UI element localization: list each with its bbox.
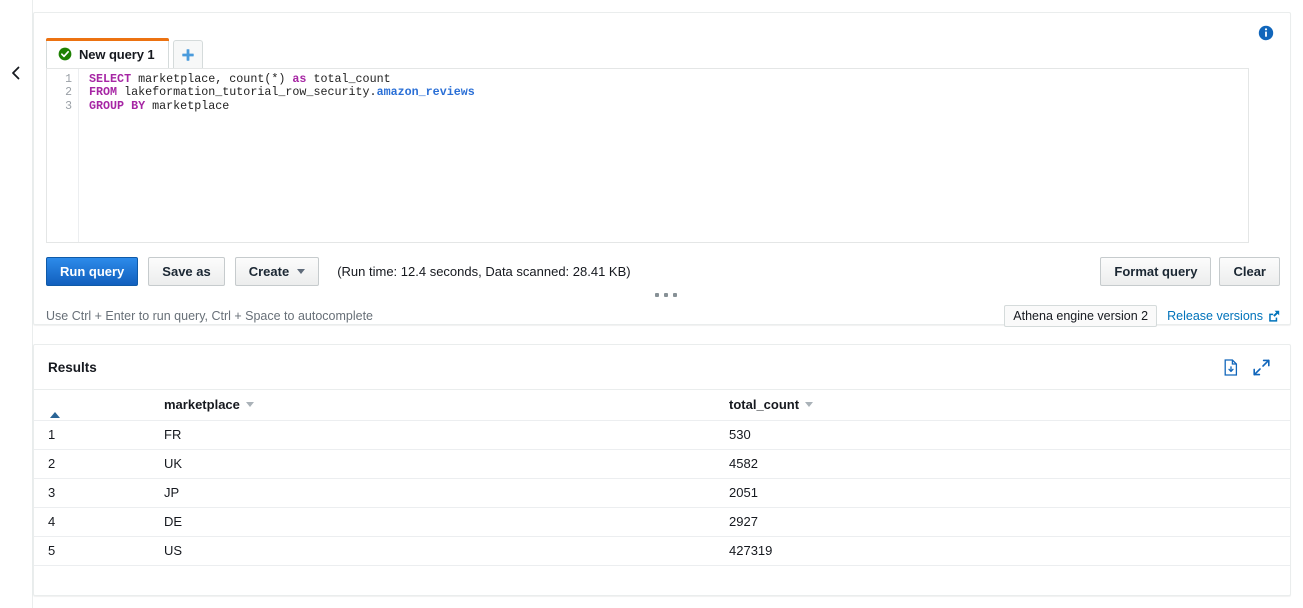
expand-diagonal-icon <box>1253 359 1270 376</box>
sql-token: amazon_reviews <box>377 85 475 99</box>
download-results-button[interactable] <box>1223 359 1239 376</box>
sql-token: SELECT <box>89 72 131 86</box>
results-header: Results <box>34 345 1290 390</box>
grip-dot <box>655 293 659 297</box>
table-cell-index: 1 <box>34 420 164 449</box>
table-header-row: marketplace total_count <box>34 390 1290 420</box>
results-table-body: 1FR5302UK45823JP20514DE29275US427319 <box>34 420 1290 565</box>
table-cell-marketplace: UK <box>164 449 729 478</box>
chevron-down-icon <box>246 402 254 407</box>
table-row[interactable]: 4DE2927 <box>34 507 1290 536</box>
table-cell-total_count: 530 <box>729 420 1290 449</box>
info-circle-icon <box>1258 25 1274 41</box>
sql-token: FROM <box>89 85 117 99</box>
sql-code-content[interactable]: SELECT marketplace, count(*) as total_co… <box>79 69 1248 242</box>
sql-line: SELECT marketplace, count(*) as total_co… <box>89 73 1248 86</box>
sql-token: marketplace, count(*) <box>131 72 292 86</box>
table-cell-marketplace: DE <box>164 507 729 536</box>
table-cell-total_count: 2051 <box>729 478 1290 507</box>
chevron-down-icon <box>297 269 305 274</box>
athena-query-editor-page: New query 1 1 2 3 SELECT marketplace, co… <box>0 0 1303 608</box>
column-header-index <box>34 390 164 420</box>
table-cell-total_count: 427319 <box>729 536 1290 565</box>
athena-engine-version-badge[interactable]: Athena engine version 2 <box>1004 305 1157 327</box>
table-cell-total_count: 4582 <box>729 449 1290 478</box>
sql-token: GROUP BY <box>89 99 145 113</box>
sql-token: marketplace <box>145 99 229 113</box>
sql-line: GROUP BY marketplace <box>89 100 1248 113</box>
query-tab-label: New query 1 <box>79 47 155 62</box>
expand-results-button[interactable] <box>1253 359 1270 376</box>
collapse-sidebar-button[interactable] <box>0 52 32 94</box>
plus-icon <box>181 48 195 62</box>
run-statistics-text: (Run time: 12.4 seconds, Data scanned: 2… <box>337 264 630 279</box>
column-header-total-count[interactable]: total_count <box>729 390 1290 420</box>
query-tab-new-query-1[interactable]: New query 1 <box>46 38 169 69</box>
table-row[interactable]: 1FR530 <box>34 420 1290 449</box>
table-cell-total_count: 2927 <box>729 507 1290 536</box>
run-query-button[interactable]: Run query <box>46 257 138 286</box>
query-action-bar: Run query Save as Create (Run time: 12.4… <box>46 254 1280 288</box>
results-title: Results <box>48 360 97 375</box>
query-tab-strip: New query 1 <box>46 37 203 69</box>
sql-editor[interactable]: 1 2 3 SELECT marketplace, count(*) as to… <box>46 68 1249 243</box>
table-row[interactable]: 5US427319 <box>34 536 1290 565</box>
left-nav-rail <box>0 0 33 608</box>
editor-right-buttons: Format query Clear <box>1100 257 1280 286</box>
table-cell-index: 4 <box>34 507 164 536</box>
check-circle-icon <box>58 47 72 61</box>
grip-dot <box>673 293 677 297</box>
table-cell-index: 2 <box>34 449 164 478</box>
line-number: 1 <box>47 73 78 86</box>
release-versions-link[interactable]: Release versions <box>1167 309 1280 323</box>
editor-hint-row: Use Ctrl + Enter to run query, Ctrl + Sp… <box>46 305 1280 327</box>
create-button-label: Create <box>249 264 289 279</box>
editor-line-number-gutter: 1 2 3 <box>47 69 79 242</box>
line-number: 2 <box>47 86 78 99</box>
engine-version-area: Athena engine version 2 Release versions <box>1004 305 1280 327</box>
results-table-head: marketplace total_count <box>34 390 1290 420</box>
chevron-down-icon <box>805 402 813 407</box>
line-number: 3 <box>47 100 78 113</box>
table-cell-marketplace: JP <box>164 478 729 507</box>
keyboard-shortcut-hint: Use Ctrl + Enter to run query, Ctrl + Sp… <box>46 309 373 323</box>
external-link-icon <box>1268 310 1280 322</box>
grip-dot <box>664 293 668 297</box>
sql-token: lakeformation_tutorial_row_security. <box>117 85 377 99</box>
table-cell-marketplace: FR <box>164 420 729 449</box>
table-cell-index: 3 <box>34 478 164 507</box>
create-button[interactable]: Create <box>235 257 319 286</box>
sql-token: as <box>292 72 306 86</box>
query-editor-panel: New query 1 1 2 3 SELECT marketplace, co… <box>33 12 1291 325</box>
table-cell-index: 5 <box>34 536 164 565</box>
editor-resize-grip[interactable] <box>655 290 677 300</box>
results-table: marketplace total_count 1FR5302UK45823JP… <box>34 390 1290 566</box>
sort-ascending-icon[interactable] <box>50 397 60 418</box>
results-panel: Results <box>33 344 1291 596</box>
table-cell-marketplace: US <box>164 536 729 565</box>
chevron-left-icon <box>11 66 21 80</box>
table-row[interactable]: 3JP2051 <box>34 478 1290 507</box>
column-header-marketplace-label: marketplace <box>164 397 240 412</box>
sql-line: FROM lakeformation_tutorial_row_security… <box>89 86 1248 99</box>
new-query-tab-button[interactable] <box>173 40 203 69</box>
column-header-marketplace[interactable]: marketplace <box>164 390 729 420</box>
results-header-actions <box>1223 359 1270 376</box>
info-button[interactable] <box>1258 25 1278 45</box>
save-as-button[interactable]: Save as <box>148 257 224 286</box>
sql-token: total_count <box>306 72 390 86</box>
download-file-icon <box>1223 359 1239 376</box>
table-row[interactable]: 2UK4582 <box>34 449 1290 478</box>
release-versions-label: Release versions <box>1167 309 1263 323</box>
clear-button[interactable]: Clear <box>1219 257 1280 286</box>
column-header-total-count-label: total_count <box>729 397 799 412</box>
format-query-button[interactable]: Format query <box>1100 257 1211 286</box>
